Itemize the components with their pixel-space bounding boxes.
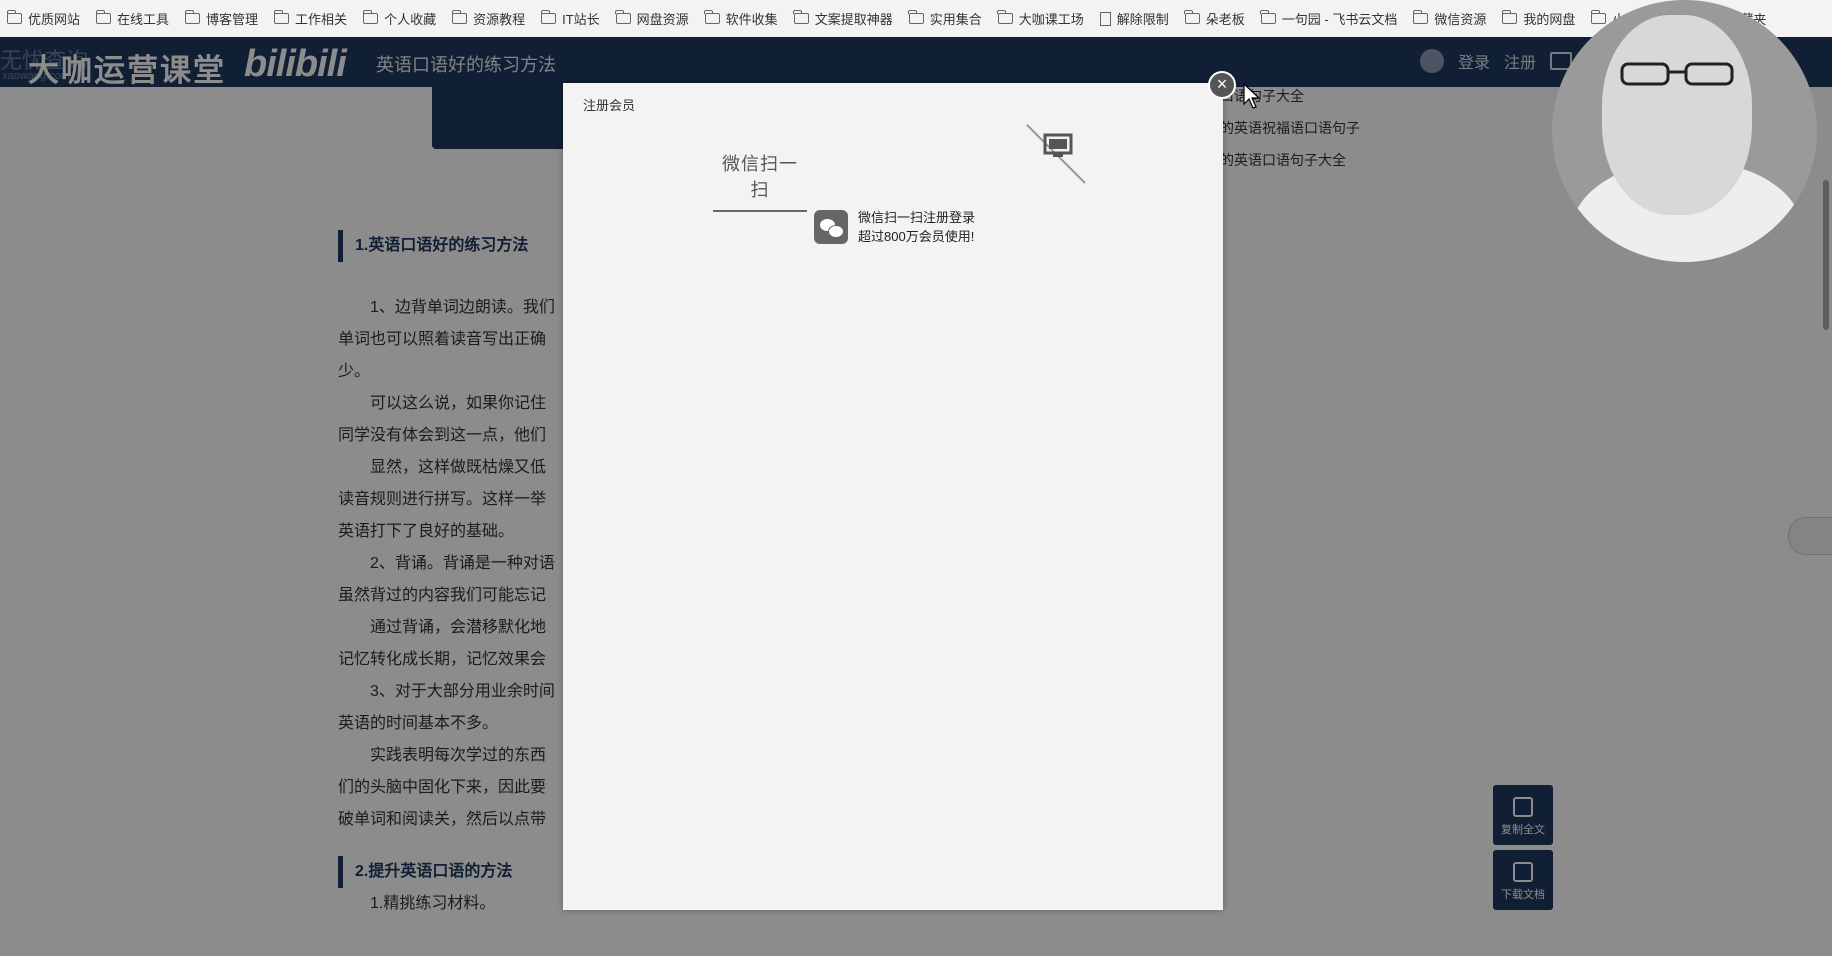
bookmark-item[interactable]: 解除限制 <box>1093 5 1176 33</box>
folder-icon <box>184 10 201 24</box>
bookmark-item[interactable]: 我的网盘 <box>1495 5 1582 33</box>
tab-wechat-scan[interactable]: 微信扫一扫 <box>713 150 807 212</box>
bookmark-label: 博客管理 <box>206 12 259 27</box>
bookmark-label: 软件收集 <box>725 12 778 27</box>
mouse-cursor-icon <box>1243 83 1261 109</box>
bookmark-item[interactable]: 在线工具 <box>89 5 176 33</box>
wechat-info-line1: 微信扫一扫注册登录 <box>858 210 976 225</box>
qr-switch-icon[interactable] <box>1025 123 1087 185</box>
modal-title: 注册会员 <box>583 98 636 113</box>
bookmark-label: 文案提取神器 <box>814 12 893 27</box>
glasses-icon <box>1620 62 1734 86</box>
bookmark-label: 实用集合 <box>929 12 982 27</box>
cloud-icon <box>1590 10 1607 24</box>
bookmark-label: 解除限制 <box>1116 12 1169 27</box>
bookmark-item[interactable]: 大咖课工场 <box>991 5 1091 33</box>
close-modal-button[interactable]: × <box>1208 71 1236 99</box>
wechat-icon <box>814 210 848 244</box>
bookmark-label: 个人收藏 <box>384 12 437 27</box>
bookmark-label: 资源教程 <box>473 12 526 27</box>
bookmark-label: 优质网站 <box>28 12 81 27</box>
bookmark-item[interactable]: 个人收藏 <box>356 5 443 33</box>
bookmark-item[interactable]: 工作相关 <box>267 5 354 33</box>
bookmark-item[interactable]: 网盘资源 <box>609 5 696 33</box>
bookmark-label: 大咖课工场 <box>1018 12 1084 27</box>
bookmark-item[interactable]: IT站长 <box>534 5 607 33</box>
wechat-info: 微信扫一扫注册登录 超过800万会员使用! <box>814 208 975 246</box>
folder-icon <box>1501 10 1518 24</box>
person-face <box>1602 15 1752 215</box>
folder-icon <box>540 10 557 24</box>
bookmark-item[interactable]: 资源教程 <box>445 5 532 33</box>
app-icon <box>793 10 809 24</box>
bookmark-label: 工作相关 <box>295 12 348 27</box>
wechat-info-line2: 超过800万会员使用! <box>858 229 975 244</box>
document-icon <box>1099 11 1111 26</box>
bookmark-label: 网盘资源 <box>636 12 689 27</box>
bookmark-item[interactable]: 一句园 - 飞书云文档 <box>1254 5 1405 33</box>
bookmark-label: 在线工具 <box>117 12 170 27</box>
folder-icon <box>704 10 720 24</box>
bookmark-item[interactable]: 朵老板 <box>1178 5 1252 33</box>
folder-icon <box>615 10 631 24</box>
bookmark-item[interactable]: 优质网站 <box>0 5 87 33</box>
bookmark-label: 朵老板 <box>1205 12 1245 27</box>
folder-icon <box>908 10 924 24</box>
bookmarks-bar: 优质网站 在线工具 博客管理 工作相关 个人收藏 资源教程 IT站长 网盘资源 软件收集 文案提取… <box>0 0 1832 38</box>
bookmark-item[interactable]: 软件收集 <box>698 5 785 33</box>
folder-icon <box>6 10 22 24</box>
folder-icon <box>451 10 468 24</box>
folder-icon <box>95 10 112 24</box>
bookmark-label: IT站长 <box>562 12 600 27</box>
app-icon <box>1260 10 1276 24</box>
folder-icon <box>1412 10 1429 24</box>
bookmark-label: 一句园 - 飞书云文档 <box>1281 12 1398 27</box>
register-modal: 注册会员 微信扫一扫 微信扫一扫注册登录 超过800万会员使用! <box>563 83 1223 910</box>
folder-icon <box>362 10 379 24</box>
bookmark-label: 我的网盘 <box>1523 12 1576 27</box>
app-icon <box>1184 10 1200 24</box>
folder-icon <box>997 10 1013 24</box>
folder-icon <box>273 10 290 24</box>
bookmark-item[interactable]: 微信资源 <box>1406 5 1493 33</box>
bookmark-label: 微信资源 <box>1434 12 1487 27</box>
bookmark-item[interactable]: 实用集合 <box>902 5 989 33</box>
bookmark-item[interactable]: 文案提取神器 <box>787 5 900 33</box>
bookmark-item[interactable]: 博客管理 <box>178 5 265 33</box>
webcam-overlay <box>1552 0 1817 262</box>
